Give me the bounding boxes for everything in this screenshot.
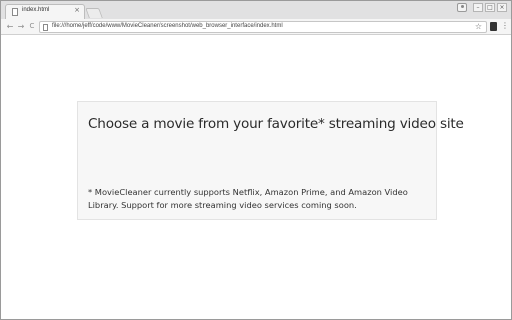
window-controls: – □ × xyxy=(457,3,507,12)
browser-window: index.html × – □ × ← → C file:///home/je… xyxy=(0,0,512,320)
page-icon xyxy=(12,8,18,16)
maximize-button[interactable]: □ xyxy=(485,3,495,12)
tab-index-html[interactable]: index.html × xyxy=(5,4,85,19)
title-bar: index.html × – □ × xyxy=(1,1,511,19)
footnote-text: * MovieCleaner currently supports Netfli… xyxy=(88,187,408,210)
page-icon xyxy=(43,24,48,31)
tab-title: index.html xyxy=(22,7,50,13)
minimize-button[interactable]: – xyxy=(473,3,483,12)
page-content: Choose a movie from your favorite* strea… xyxy=(1,36,511,319)
bookmark-star-icon[interactable]: ☆ xyxy=(475,22,482,31)
url-text[interactable]: file:///home/jeff/code/www/MovieCleaner/… xyxy=(52,23,283,29)
close-window-button[interactable]: × xyxy=(497,3,507,12)
reload-button[interactable]: C xyxy=(27,21,37,32)
address-bar[interactable]: file:///home/jeff/code/www/MovieCleaner/… xyxy=(39,21,487,33)
extension-icon[interactable] xyxy=(490,22,497,31)
back-button[interactable]: ← xyxy=(5,21,15,32)
forward-button[interactable]: → xyxy=(16,21,26,32)
page-heading: Choose a movie from your favorite* strea… xyxy=(88,116,464,132)
menu-icon[interactable]: ⋮ xyxy=(501,21,509,30)
close-tab-icon[interactable]: × xyxy=(74,6,80,14)
new-tab-button[interactable] xyxy=(85,8,103,18)
user-profile-icon[interactable] xyxy=(457,3,467,12)
browser-toolbar: ← → C file:///home/jeff/code/www/MovieCl… xyxy=(1,19,511,35)
info-card: Choose a movie from your favorite* strea… xyxy=(77,101,464,220)
